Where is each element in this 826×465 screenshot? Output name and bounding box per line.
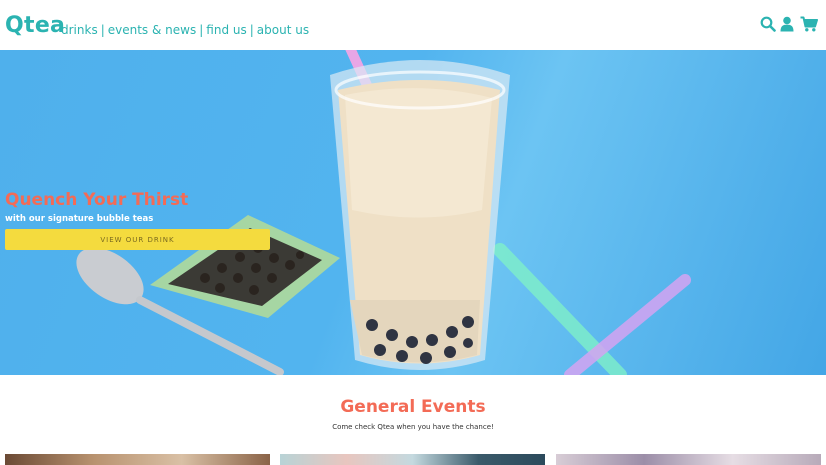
user-icon[interactable] — [780, 16, 796, 32]
top-navbar: Qtea drinks | events & news | find us | about … — [0, 0, 826, 50]
nav-separator: | — [249, 23, 254, 37]
events-subtitle: Come check Qtea when you have the chance… — [332, 423, 494, 431]
nav-separator: | — [199, 23, 204, 37]
hero-title: Quench Your Thirst — [5, 190, 189, 210]
event-card-image[interactable] — [5, 454, 270, 465]
search-icon[interactable] — [760, 16, 776, 32]
nav-link-about-us[interactable]: about us — [257, 23, 309, 37]
site-logo[interactable]: Qtea — [5, 13, 65, 38]
main-nav-links: drinks | events & news | find us | about us — [61, 23, 309, 37]
hero-subtitle: with our signature bubble teas — [5, 214, 154, 224]
event-card-image[interactable] — [556, 454, 821, 465]
nav-link-find-us[interactable]: find us — [206, 23, 246, 37]
event-card-image[interactable] — [280, 454, 545, 465]
cart-icon[interactable] — [800, 16, 818, 32]
nav-separator: | — [100, 23, 105, 37]
nav-link-drinks[interactable]: drinks — [61, 23, 98, 37]
view-drink-button[interactable]: VIEW OUR DRINK — [5, 229, 270, 250]
nav-link-events-news[interactable]: events & news — [108, 23, 196, 37]
events-title: General Events — [340, 397, 486, 417]
events-section: General Events Come check Qtea when you … — [0, 375, 826, 465]
hero-image — [76, 50, 691, 375]
nav-icons — [760, 16, 818, 32]
hero-banner: Quench Your Thirst with our signature bu… — [0, 50, 826, 375]
